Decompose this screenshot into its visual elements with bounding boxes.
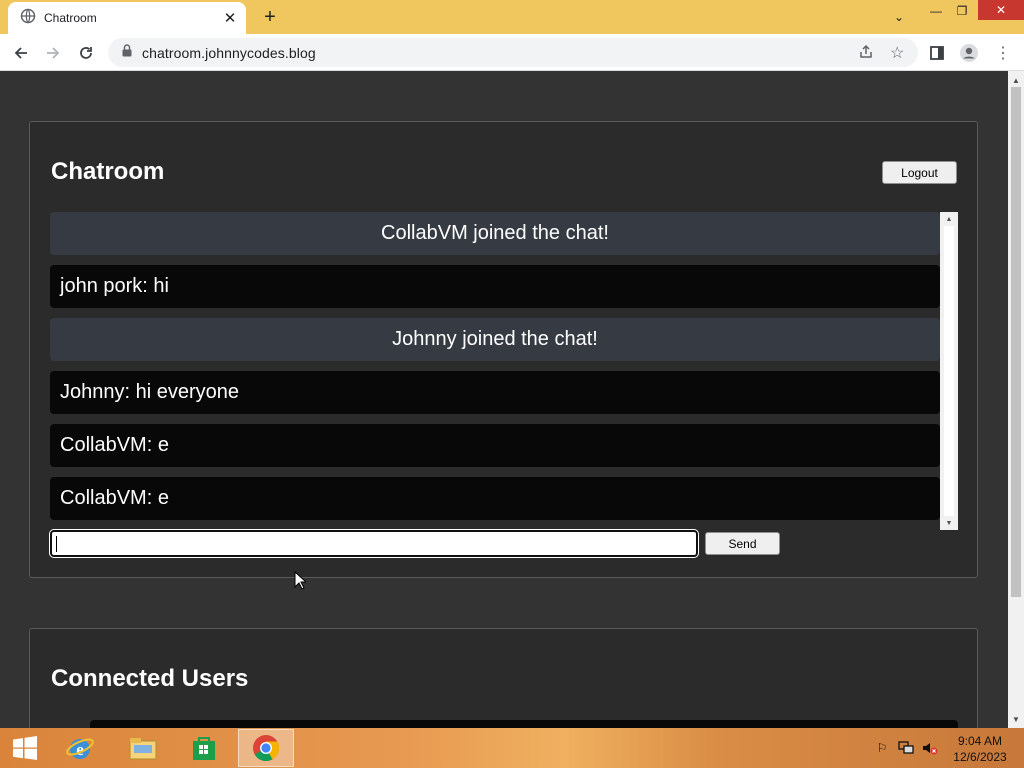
- clock-time: 9:04 AM: [957, 734, 1003, 748]
- globe-icon: [20, 8, 36, 29]
- windows-store-icon[interactable]: [176, 729, 232, 767]
- lock-icon[interactable]: [122, 43, 132, 62]
- action-center-flag-icon[interactable]: ⚐: [874, 740, 890, 756]
- chat-message: CollabVM: e: [50, 424, 940, 467]
- system-message: Johnny joined the chat!: [50, 318, 940, 361]
- minimize-icon[interactable]: —: [926, 0, 946, 22]
- message-list-scroll-thumb[interactable]: [944, 226, 954, 516]
- window-close-icon[interactable]: ✕: [978, 0, 1024, 20]
- chatroom-card: Chatroom Logout CollabVM joined the chat…: [29, 121, 978, 578]
- message-list-scrollbar[interactable]: ▲ ▼: [940, 212, 958, 530]
- restore-icon[interactable]: ❐: [952, 0, 972, 22]
- profile-avatar-icon[interactable]: [958, 42, 980, 64]
- windows-taskbar: e ⚐ 9:04 AM 12/6/2023: [0, 728, 1024, 768]
- logout-button[interactable]: Logout: [882, 161, 957, 184]
- side-panel-icon[interactable]: [926, 42, 948, 64]
- tab-search-chevron-down-icon[interactable]: ⌄: [888, 6, 910, 28]
- message-input[interactable]: [49, 529, 699, 558]
- clock-date: 12/6/2023: [953, 750, 1007, 764]
- text-caret: [56, 536, 57, 552]
- volume-muted-icon[interactable]: [922, 740, 938, 756]
- file-explorer-folder-icon[interactable]: [115, 729, 171, 767]
- forward-arrow-icon[interactable]: [42, 42, 64, 64]
- url-text: chatroom.johnnycodes.blog: [142, 44, 316, 61]
- reload-icon[interactable]: [75, 42, 97, 64]
- chatroom-title: Chatroom: [51, 158, 165, 185]
- user-list: [90, 720, 958, 728]
- kebab-menu-icon[interactable]: ⋮: [992, 42, 1014, 64]
- system-clock[interactable]: 9:04 AM 12/6/2023: [940, 733, 1020, 765]
- page-viewport: Chatroom Logout CollabVM joined the chat…: [0, 71, 1008, 728]
- browser-tab[interactable]: Chatroom ✕: [8, 2, 246, 34]
- share-icon[interactable]: [858, 44, 874, 65]
- scroll-down-arrow-icon[interactable]: ▼: [940, 516, 958, 530]
- page-scroll-down-arrow-icon[interactable]: ▼: [1008, 712, 1024, 726]
- message-list: CollabVM joined the chat! john pork: hi …: [50, 212, 958, 530]
- connected-users-title: Connected Users: [51, 665, 249, 692]
- tab-close-icon[interactable]: ✕: [220, 8, 240, 28]
- bookmark-star-icon[interactable]: ☆: [890, 43, 904, 63]
- page-scrollbar[interactable]: ▲ ▼: [1008, 71, 1024, 728]
- back-arrow-icon[interactable]: [10, 42, 32, 64]
- mouse-pointer-icon: [294, 571, 306, 590]
- scroll-up-arrow-icon[interactable]: ▲: [940, 212, 958, 226]
- network-icon[interactable]: [898, 740, 914, 756]
- page-scroll-thumb[interactable]: [1011, 87, 1021, 597]
- system-message: CollabVM joined the chat!: [50, 212, 940, 255]
- page-scroll-up-arrow-icon[interactable]: ▲: [1008, 73, 1024, 87]
- new-tab-button[interactable]: +: [258, 5, 282, 29]
- chat-message: CollabVM: e: [50, 477, 940, 520]
- chat-message: Johnny: hi everyone: [50, 371, 940, 414]
- internet-explorer-icon[interactable]: e: [52, 729, 108, 767]
- start-button-windows-logo-icon[interactable]: [0, 729, 50, 767]
- send-button[interactable]: Send: [705, 532, 780, 555]
- browser-toolbar: chatroom.johnnycodes.blog ☆ ⋮: [0, 34, 1024, 71]
- chrome-taskbar-icon[interactable]: [238, 729, 294, 767]
- browser-titlebar: Chatroom ✕ + ⌄ — ❐ ✕: [0, 0, 1024, 34]
- tab-title: Chatroom: [44, 11, 97, 25]
- chat-message: john pork: hi: [50, 265, 940, 308]
- connected-users-card: Connected Users: [29, 628, 978, 728]
- address-bar[interactable]: chatroom.johnnycodes.blog ☆: [108, 38, 918, 67]
